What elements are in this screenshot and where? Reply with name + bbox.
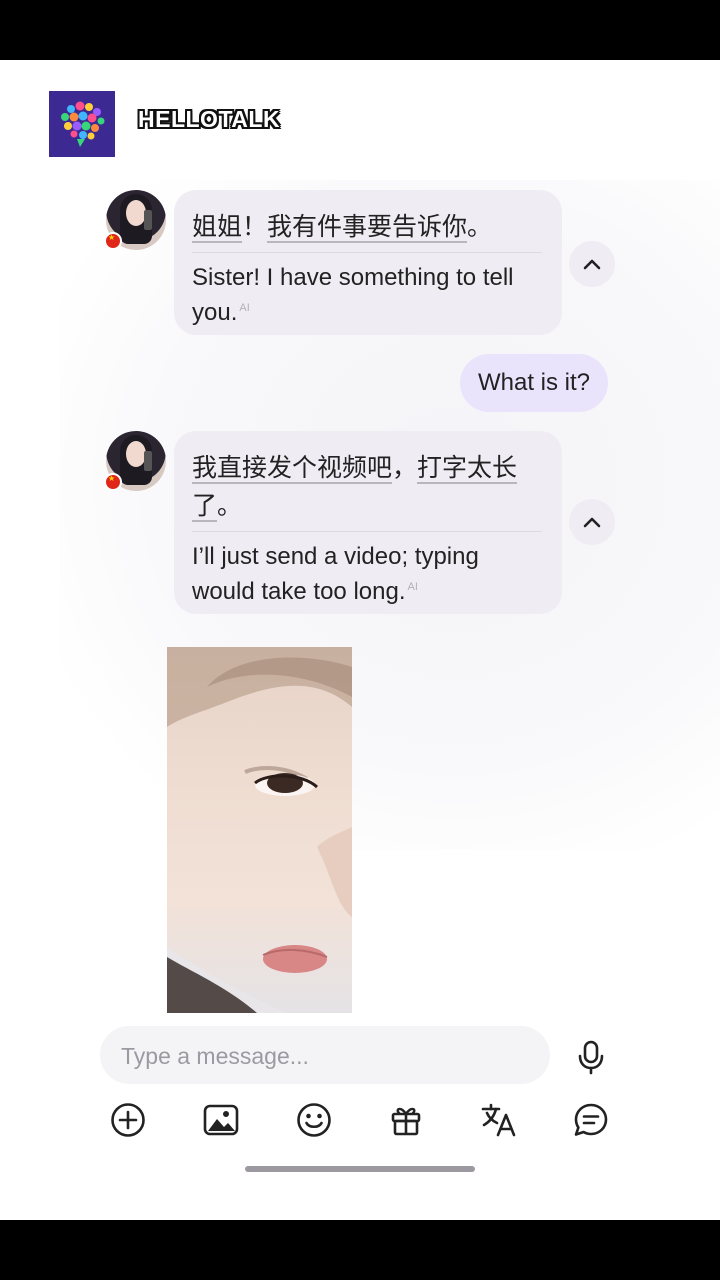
plus-icon[interactable] — [108, 1100, 148, 1140]
comment-icon[interactable] — [571, 1100, 611, 1140]
chevron-up-icon — [583, 259, 601, 270]
translation-text: I’ll just send a video; typing would tak… — [192, 543, 479, 605]
sent-message-bubble[interactable]: What is it? — [460, 354, 609, 412]
ai-badge: AI — [407, 581, 418, 593]
translation-text: Sister! I have something to tell you. AI — [192, 264, 514, 326]
microphone-icon[interactable] — [572, 1038, 610, 1076]
home-indicator[interactable] — [245, 1166, 475, 1172]
image-icon[interactable] — [201, 1100, 241, 1140]
received-message-bubble[interactable]: 姐姐！我有件事要告诉你。 Sister! I have something to… — [174, 190, 562, 335]
emoji-icon[interactable] — [294, 1100, 334, 1140]
ai-badge: AI — [239, 302, 250, 314]
collapse-translation-button[interactable] — [569, 241, 615, 287]
original-text: 姐姐！我有件事要告诉你。 — [192, 213, 493, 243]
message-composer[interactable] — [100, 1026, 550, 1086]
divider — [192, 531, 542, 532]
message-input[interactable] — [119, 1026, 523, 1086]
sender-avatar[interactable] — [104, 431, 166, 491]
original-text: 我直接发个视频吧，打字太长 了。 — [192, 454, 518, 522]
china-flag-icon — [104, 232, 122, 250]
divider — [192, 252, 542, 253]
chat-screen: HELLOTALK 姐姐！我有件事要告诉你。 Sister! I have so… — [0, 60, 720, 1220]
collapse-translation-button[interactable] — [569, 499, 615, 545]
sender-avatar[interactable] — [104, 190, 166, 250]
translate-icon[interactable] — [479, 1100, 519, 1140]
video-thumbnail — [167, 647, 352, 1013]
video-message[interactable] — [167, 647, 352, 1013]
received-message-bubble[interactable]: 我直接发个视频吧，打字太长 了。 I’ll just send a video; … — [174, 431, 562, 614]
chevron-up-icon — [583, 517, 601, 528]
app-name: HELLOTALK — [138, 106, 281, 132]
hellotalk-logo — [49, 91, 115, 157]
china-flag-icon — [104, 473, 122, 491]
gift-icon[interactable] — [386, 1100, 426, 1140]
